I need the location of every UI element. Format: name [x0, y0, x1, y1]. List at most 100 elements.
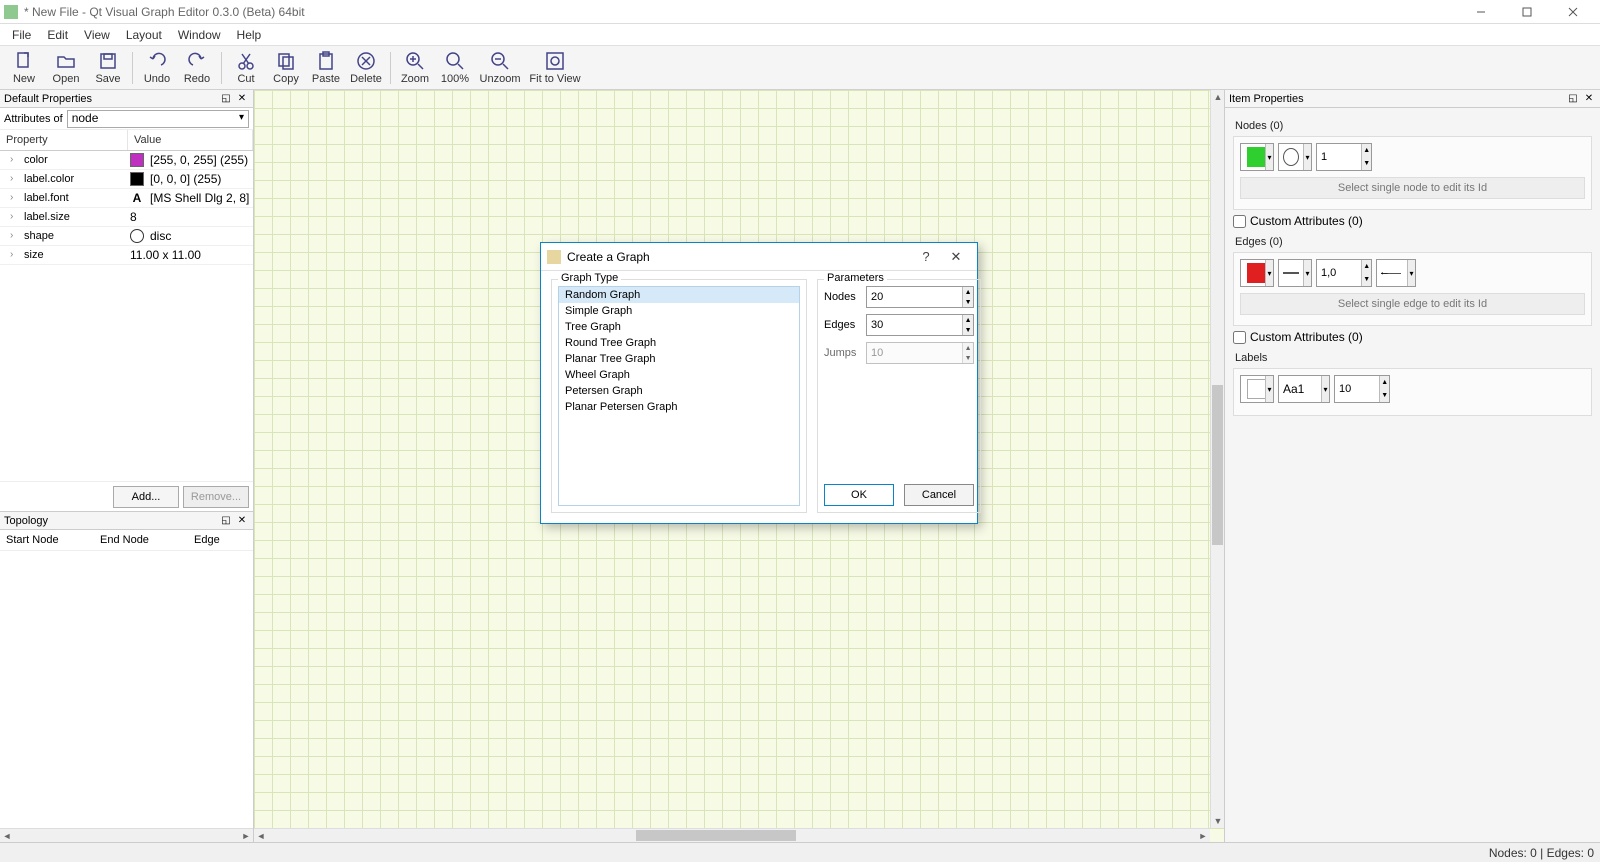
copy-button[interactable]: Copy	[267, 48, 305, 88]
fit-to-view-button[interactable]: Fit to View	[526, 48, 584, 88]
cancel-button[interactable]: Cancel	[904, 484, 974, 506]
dialog-close-button[interactable]: ✕	[941, 247, 971, 267]
scroll-up-icon[interactable]: ▲	[1211, 90, 1225, 104]
param-edges-input[interactable]	[867, 315, 962, 335]
node-width-spinner[interactable]: ▲▼	[1316, 143, 1372, 171]
zoom-100-button[interactable]: 100%	[436, 48, 474, 88]
node-width-input[interactable]	[1317, 144, 1361, 170]
menu-view[interactable]: View	[76, 26, 118, 44]
delete-button[interactable]: Delete	[347, 48, 385, 88]
spin-down-icon[interactable]: ▼	[1380, 389, 1389, 402]
property-row[interactable]: shapedisc	[0, 227, 253, 246]
remove-property-button[interactable]: Remove...	[183, 486, 249, 508]
canvas-vscroll[interactable]: ▲ ▼	[1210, 90, 1224, 828]
spin-up-icon[interactable]: ▲	[1380, 376, 1389, 389]
dialog-help-button[interactable]: ?	[911, 247, 941, 267]
vscroll-thumb[interactable]	[1212, 385, 1223, 545]
spin-up-icon[interactable]: ▲	[1362, 260, 1371, 273]
param-nodes-input[interactable]	[867, 287, 962, 307]
scroll-right-icon[interactable]: ►	[239, 829, 253, 843]
spin-down-icon[interactable]: ▼	[963, 297, 973, 307]
node-custom-attr-checkbox[interactable]	[1233, 215, 1246, 228]
node-color-combo[interactable]: ▾	[1240, 143, 1274, 171]
edge-line-combo[interactable]: ▾	[1278, 259, 1312, 287]
save-button[interactable]: Save	[89, 48, 127, 88]
label-color-combo[interactable]: ▾	[1240, 375, 1274, 403]
edge-color-combo[interactable]: ▾	[1240, 259, 1274, 287]
property-row[interactable]: size11.00 x 11.00	[0, 246, 253, 265]
item-properties-title: Item Properties	[1229, 93, 1564, 105]
node-shape-combo[interactable]: ▾	[1278, 143, 1312, 171]
graph-type-item[interactable]: Random Graph	[559, 287, 799, 303]
toolbar-separator	[390, 52, 391, 84]
col-edge[interactable]: Edge	[188, 530, 253, 550]
graph-type-item[interactable]: Planar Tree Graph	[559, 351, 799, 367]
panel-close-icon[interactable]: ✕	[235, 514, 249, 528]
param-edges-spinner[interactable]: ▲▼	[866, 314, 974, 336]
add-property-button[interactable]: Add...	[113, 486, 179, 508]
cut-button[interactable]: Cut	[227, 48, 265, 88]
graph-type-item[interactable]: Round Tree Graph	[559, 335, 799, 351]
menu-file[interactable]: File	[4, 26, 39, 44]
scroll-down-icon[interactable]: ▼	[1211, 814, 1225, 828]
property-row[interactable]: label.color[0, 0, 0] (255)	[0, 170, 253, 189]
menu-help[interactable]: Help	[229, 26, 270, 44]
unzoom-button[interactable]: Unzoom	[476, 48, 524, 88]
properties-table: color[255, 0, 255] (255)label.color[0, 0…	[0, 151, 253, 481]
spin-down-icon[interactable]: ▼	[1362, 273, 1371, 286]
minimize-button[interactable]	[1458, 1, 1504, 23]
panel-close-icon[interactable]: ✕	[235, 92, 249, 106]
property-row[interactable]: color[255, 0, 255] (255)	[0, 151, 253, 170]
graph-type-item[interactable]: Petersen Graph	[559, 383, 799, 399]
spin-up-icon[interactable]: ▲	[963, 315, 973, 325]
spin-up-icon[interactable]: ▲	[963, 287, 973, 297]
menu-layout[interactable]: Layout	[118, 26, 170, 44]
property-name: label.size	[0, 211, 128, 223]
property-row[interactable]: label.fontA[MS Shell Dlg 2, 8]	[0, 189, 253, 208]
redo-button[interactable]: Redo	[178, 48, 216, 88]
spin-up-icon[interactable]: ▲	[1362, 144, 1371, 157]
panel-float-icon[interactable]: ◱	[219, 514, 233, 528]
panel-float-icon[interactable]: ◱	[219, 92, 233, 106]
close-button[interactable]	[1550, 1, 1596, 23]
scroll-right-icon[interactable]: ►	[1196, 829, 1210, 843]
label-size-spinner[interactable]: ▲▼	[1334, 375, 1390, 403]
property-row[interactable]: label.size8	[0, 208, 253, 227]
attributes-of-select[interactable]: node	[67, 110, 249, 128]
ok-button[interactable]: OK	[824, 484, 894, 506]
graph-type-item[interactable]: Tree Graph	[559, 319, 799, 335]
graph-type-item[interactable]: Simple Graph	[559, 303, 799, 319]
graph-type-listbox[interactable]: Random GraphSimple GraphTree GraphRound …	[558, 286, 800, 506]
fit-icon	[544, 50, 566, 72]
edge-weight-input[interactable]	[1317, 260, 1361, 286]
graph-type-item[interactable]: Planar Petersen Graph	[559, 399, 799, 415]
scroll-left-icon[interactable]: ◄	[254, 829, 268, 843]
edge-arrow-combo[interactable]: ▾	[1376, 259, 1416, 287]
menu-window[interactable]: Window	[170, 26, 229, 44]
col-end-node[interactable]: End Node	[94, 530, 188, 550]
panel-float-icon[interactable]: ◱	[1566, 92, 1580, 106]
col-value[interactable]: Value	[128, 130, 253, 150]
open-button[interactable]: Open	[45, 48, 87, 88]
col-start-node[interactable]: Start Node	[0, 530, 94, 550]
zoom-button[interactable]: Zoom	[396, 48, 434, 88]
maximize-button[interactable]	[1504, 1, 1550, 23]
edge-custom-attr-checkbox[interactable]	[1233, 331, 1246, 344]
label-font-combo[interactable]: Aa1▾	[1278, 375, 1330, 403]
spin-down-icon[interactable]: ▼	[1362, 157, 1371, 170]
new-button[interactable]: New	[5, 48, 43, 88]
canvas-hscroll[interactable]: ◄ ►	[254, 828, 1210, 842]
scroll-left-icon[interactable]: ◄	[0, 829, 14, 843]
edge-weight-spinner[interactable]: ▲▼	[1316, 259, 1372, 287]
param-nodes-spinner[interactable]: ▲▼	[866, 286, 974, 308]
label-size-input[interactable]	[1335, 376, 1379, 402]
left-hscroll[interactable]: ◄ ►	[0, 828, 253, 842]
spin-down-icon[interactable]: ▼	[963, 325, 973, 335]
paste-button[interactable]: Paste	[307, 48, 345, 88]
graph-type-item[interactable]: Wheel Graph	[559, 367, 799, 383]
undo-button[interactable]: Undo	[138, 48, 176, 88]
menu-edit[interactable]: Edit	[39, 26, 76, 44]
panel-close-icon[interactable]: ✕	[1582, 92, 1596, 106]
hscroll-thumb[interactable]	[636, 830, 796, 841]
col-property[interactable]: Property	[0, 130, 128, 150]
